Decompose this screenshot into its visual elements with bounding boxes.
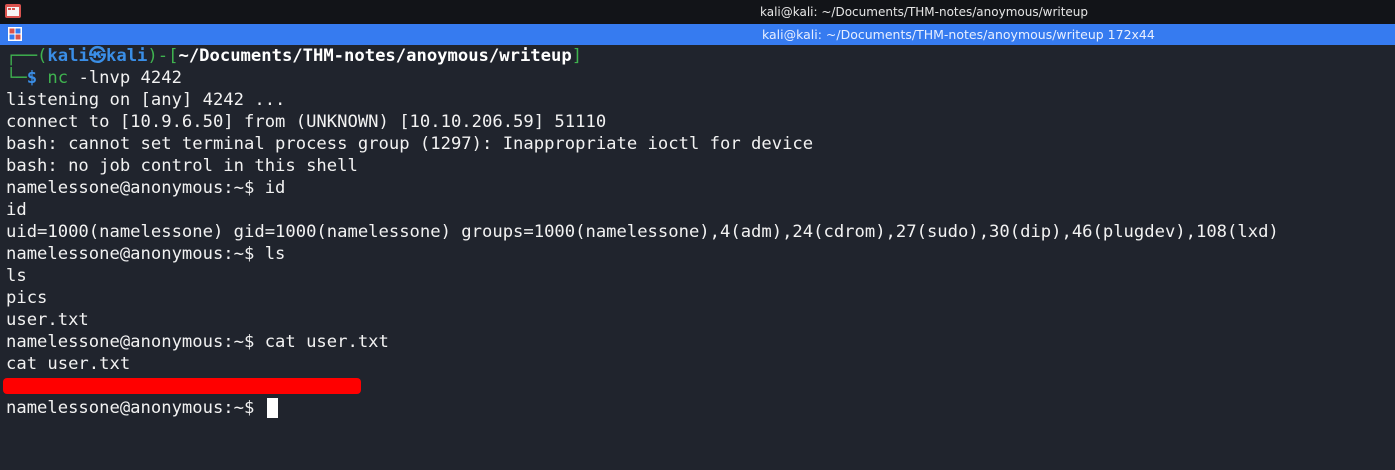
output-line: id (6, 200, 27, 220)
prompt-separator: )-[ (147, 46, 179, 66)
output-line: bash: cannot set terminal process group … (6, 134, 814, 154)
window-titlebar[interactable]: kali@kali: ~/Documents/THM-notes/anoymou… (0, 0, 1395, 24)
output-line: bash: no job control in this shell (6, 156, 358, 176)
terminal-lines: ┌──(kali㉿kali)-[~/Documents/THM-notes/an… (3, 45, 1279, 419)
terminal-window: kali@kali: ~/Documents/THM-notes/anoymou… (0, 0, 1395, 470)
output-line: listening on [any] 4242 ... (6, 90, 286, 110)
terminal-app-icon (5, 4, 21, 18)
final-prompt: namelessone@anonymous:~$ (6, 398, 265, 418)
terminal-tab-bar[interactable]: kali@kali: ~/Documents/THM-notes/anoymou… (0, 24, 1395, 45)
output-line: ls (6, 266, 27, 286)
text-cursor (266, 398, 278, 418)
prompt-box-close: ] (571, 46, 583, 66)
output-line: namelessone@anonymous:~$ cat user.txt (6, 332, 389, 352)
prompt-corner: └─ (6, 68, 27, 88)
prompt-box-open: ┌──( (6, 46, 48, 66)
prompt-dollar: $ (26, 68, 38, 88)
prompt-line-1: ┌──(kali㉿kali)-[~/Documents/THM-notes/an… (6, 45, 1279, 67)
prompt-path: ~/Documents/THM-notes/anoymous/writeup (178, 46, 572, 66)
prompt-user: kali (47, 46, 89, 66)
output-line: connect to [10.9.6.50] from (UNKNOWN) [1… (6, 112, 607, 132)
prompt-line-2: └─$ nc -lnvp 4242 (6, 67, 1279, 89)
prompt-at-symbol: ㉿ (88, 46, 107, 66)
output-line: cat user.txt (6, 354, 131, 374)
redaction-bar (3, 378, 361, 394)
output-line: namelessone@anonymous:~$ id (6, 178, 286, 198)
output-line: pics (6, 288, 48, 308)
terminal-tab-title: kali@kali: ~/Documents/THM-notes/anoymou… (762, 27, 1155, 42)
window-title: kali@kali: ~/Documents/THM-notes/anoymou… (760, 5, 1089, 19)
output-line: user.txt (6, 310, 89, 330)
terminal-output-area[interactable]: ┌──(kali㉿kali)-[~/Documents/THM-notes/an… (0, 45, 1395, 470)
split-view-icon[interactable] (8, 27, 22, 41)
final-prompt-line[interactable]: namelessone@anonymous:~$ (6, 397, 1279, 419)
redacted-flag-line (3, 375, 1279, 397)
command-args: -lnvp 4242 (68, 68, 182, 88)
output-line: uid=1000(namelessone) gid=1000(namelesso… (6, 222, 1279, 242)
command-name: nc (47, 68, 69, 88)
prompt-host: kali (106, 46, 148, 66)
output-line: namelessone@anonymous:~$ ls (6, 244, 286, 264)
